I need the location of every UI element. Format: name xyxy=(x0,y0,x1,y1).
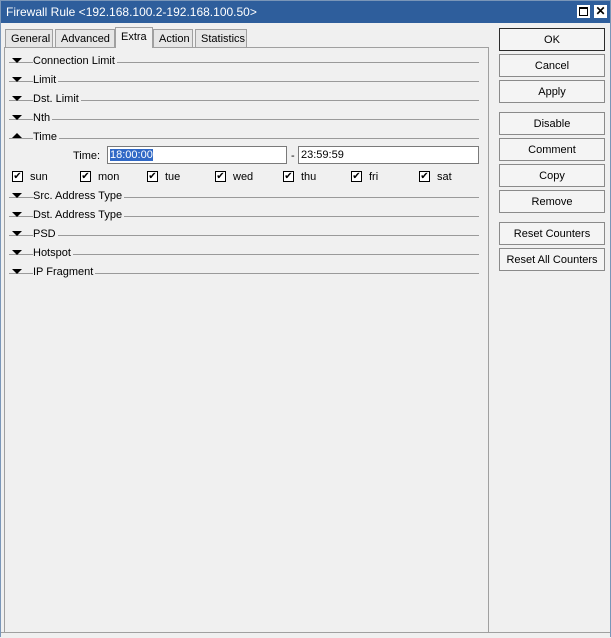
expand-arrow-icon[interactable] xyxy=(12,231,22,236)
section-limit[interactable]: Limit xyxy=(9,74,479,88)
tab-extra[interactable]: Extra xyxy=(115,27,153,48)
section-src-address-type[interactable]: Src. Address Type xyxy=(9,190,479,204)
copy-button[interactable]: Copy xyxy=(499,164,605,187)
check-icon[interactable]: ✔ xyxy=(351,171,362,182)
time-from-value: 18:00:00 xyxy=(110,149,153,161)
tab-general[interactable]: General xyxy=(5,29,53,47)
reset-counters-button[interactable]: Reset Counters xyxy=(499,222,605,245)
check-icon[interactable]: ✔ xyxy=(419,171,430,182)
tab-advanced[interactable]: Advanced xyxy=(55,29,115,47)
section-time[interactable]: Time xyxy=(9,131,479,145)
disable-button[interactable]: Disable xyxy=(499,112,605,135)
collapse-arrow-icon[interactable] xyxy=(12,133,22,138)
close-icon[interactable]: ✕ xyxy=(594,5,607,18)
ok-button[interactable]: OK xyxy=(499,28,605,51)
expand-arrow-icon[interactable] xyxy=(12,77,22,82)
expand-arrow-icon[interactable] xyxy=(12,212,22,217)
time-label: Time: xyxy=(73,150,101,162)
status-bar xyxy=(1,632,610,638)
expand-arrow-icon[interactable] xyxy=(12,115,22,120)
comment-button[interactable]: Comment xyxy=(499,138,605,161)
expand-arrow-icon[interactable] xyxy=(12,96,22,101)
section-dst-limit[interactable]: Dst. Limit xyxy=(9,93,479,107)
section-hotspot[interactable]: Hotspot xyxy=(9,247,479,261)
reset-all-counters-button[interactable]: Reset All Counters xyxy=(499,248,605,271)
check-icon[interactable]: ✔ xyxy=(12,171,23,182)
expand-arrow-icon[interactable] xyxy=(12,250,22,255)
check-icon[interactable]: ✔ xyxy=(147,171,158,182)
expand-arrow-icon[interactable] xyxy=(12,193,22,198)
remove-button[interactable]: Remove xyxy=(499,190,605,213)
section-nth[interactable]: Nth xyxy=(9,112,479,126)
check-icon[interactable]: ✔ xyxy=(80,171,91,182)
tab-action[interactable]: Action xyxy=(153,29,193,47)
section-connection-limit[interactable]: Connection Limit xyxy=(9,55,479,69)
apply-button[interactable]: Apply xyxy=(499,80,605,103)
time-from-input[interactable]: 18:00:00 xyxy=(107,146,287,164)
firewall-rule-window: Firewall Rule <192.168.100.2-192.168.100… xyxy=(0,0,611,638)
expand-arrow-icon[interactable] xyxy=(12,269,22,274)
time-to-input[interactable]: 23:59:59 xyxy=(298,146,479,164)
section-ip-fragment[interactable]: IP Fragment xyxy=(9,266,479,280)
check-icon[interactable]: ✔ xyxy=(215,171,226,182)
cancel-button[interactable]: Cancel xyxy=(499,54,605,77)
section-psd[interactable]: PSD xyxy=(9,228,479,242)
check-icon[interactable]: ✔ xyxy=(283,171,294,182)
section-dst-address-type[interactable]: Dst. Address Type xyxy=(9,209,479,223)
window-title: Firewall Rule <192.168.100.2-192.168.100… xyxy=(6,5,257,19)
title-bar[interactable]: Firewall Rule <192.168.100.2-192.168.100… xyxy=(1,1,610,23)
maximize-icon[interactable] xyxy=(577,5,590,18)
time-separator: - xyxy=(291,150,295,162)
tab-statistics[interactable]: Statistics xyxy=(195,29,247,47)
expand-arrow-icon[interactable] xyxy=(12,58,22,63)
